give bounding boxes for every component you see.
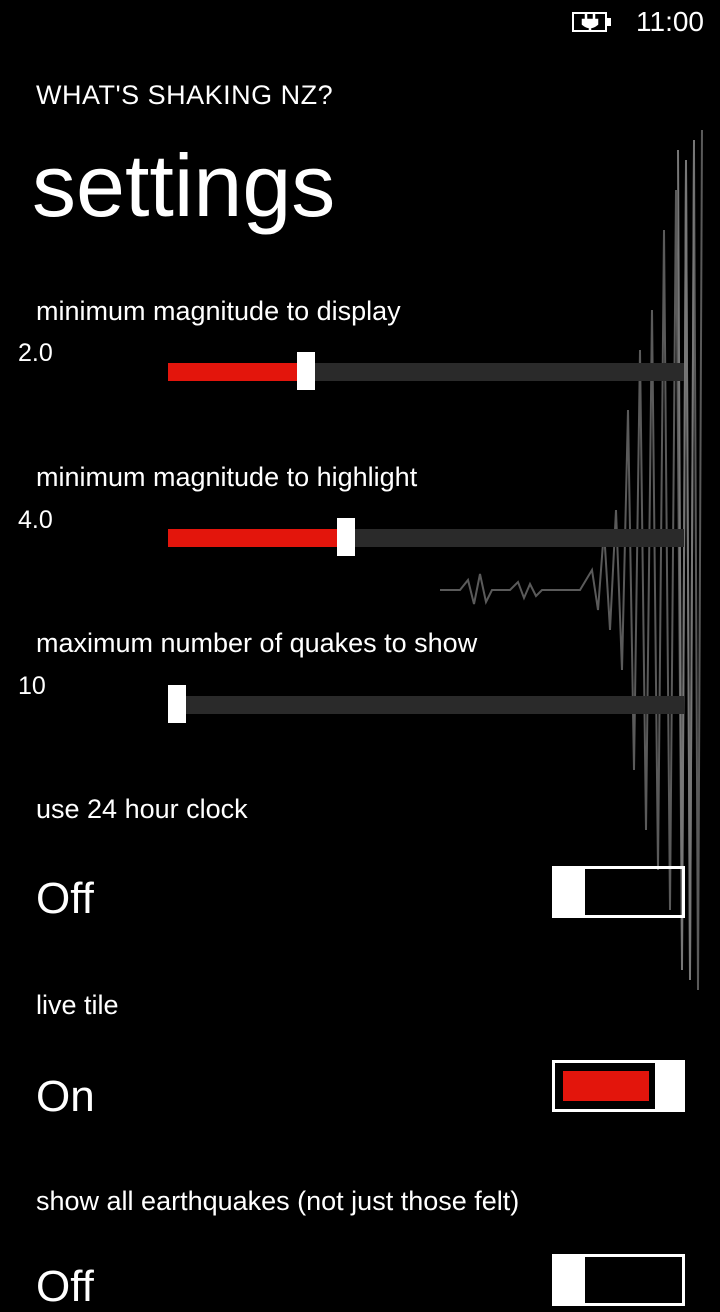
slider-thumb[interactable] bbox=[168, 685, 186, 723]
show-all-toggle[interactable] bbox=[552, 1254, 685, 1306]
status-time: 11:00 bbox=[636, 6, 704, 37]
min-display-label: minimum magnitude to display bbox=[36, 296, 401, 326]
live-tile-toggle[interactable] bbox=[552, 1060, 685, 1112]
min-display-value: 2.0 bbox=[18, 339, 53, 367]
toggle-knob[interactable] bbox=[552, 1254, 582, 1306]
slider-thumb[interactable] bbox=[337, 518, 355, 556]
slider-track bbox=[168, 696, 684, 714]
toggle-knob[interactable] bbox=[552, 866, 582, 918]
toggle-fill bbox=[563, 1071, 649, 1101]
clock24-toggle[interactable] bbox=[552, 866, 685, 918]
slider-fill bbox=[168, 363, 299, 381]
toggle-frame bbox=[582, 1254, 685, 1306]
min-highlight-slider[interactable] bbox=[168, 516, 684, 560]
max-quakes-label: maximum number of quakes to show bbox=[36, 628, 478, 658]
app-title: WHAT'S SHAKING NZ? bbox=[36, 80, 334, 110]
slider-thumb[interactable] bbox=[297, 352, 315, 390]
min-highlight-label: minimum magnitude to highlight bbox=[36, 462, 418, 492]
show-all-state: Off bbox=[36, 1262, 94, 1311]
page-title: settings bbox=[32, 136, 336, 235]
live-tile-label: live tile bbox=[36, 990, 119, 1020]
min-display-slider[interactable] bbox=[168, 350, 684, 394]
min-highlight-value: 4.0 bbox=[18, 506, 53, 534]
slider-fill bbox=[168, 529, 339, 547]
max-quakes-slider[interactable] bbox=[168, 683, 684, 727]
max-quakes-value: 10 bbox=[18, 672, 46, 700]
live-tile-state: On bbox=[36, 1072, 95, 1121]
toggle-frame bbox=[582, 866, 685, 918]
battery-charging-icon bbox=[572, 12, 611, 32]
toggle-knob[interactable] bbox=[655, 1060, 685, 1112]
clock24-label: use 24 hour clock bbox=[36, 794, 248, 824]
clock24-state: Off bbox=[36, 874, 94, 923]
show-all-label: show all earthquakes (not just those fel… bbox=[36, 1186, 520, 1216]
